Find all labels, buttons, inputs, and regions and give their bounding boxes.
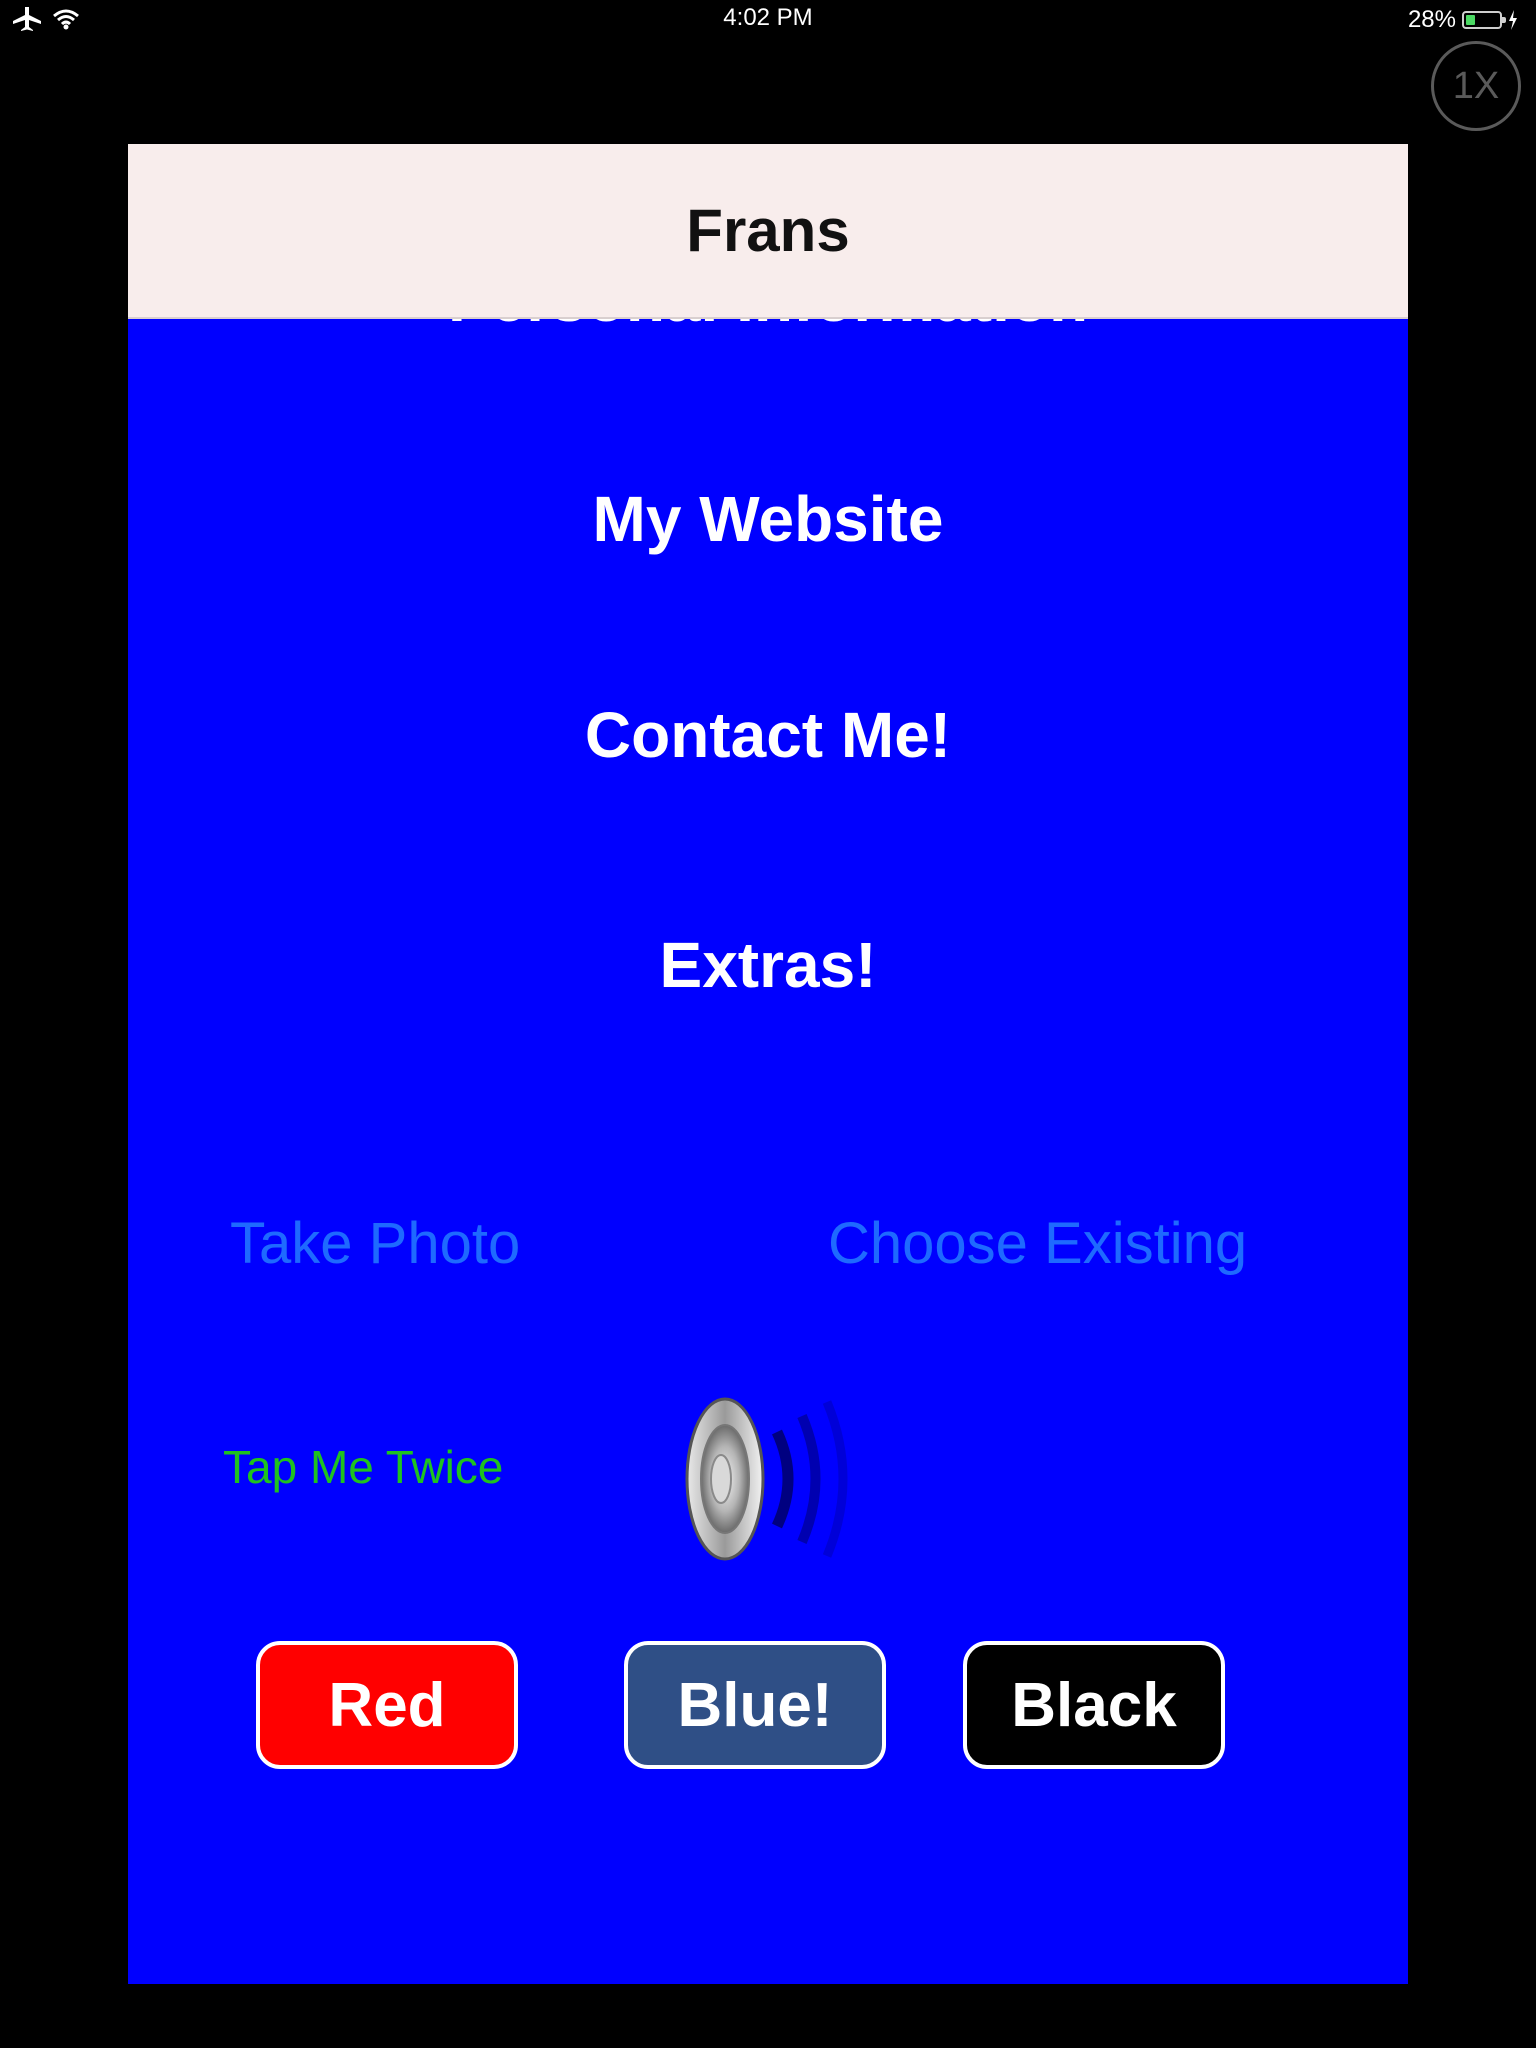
battery-percent: 28% <box>1407 6 1456 33</box>
status-bar: 4:02 PM 28% <box>0 0 1536 40</box>
charging-bolt-icon <box>1509 10 1517 30</box>
take-photo-button[interactable]: Take Photo <box>230 1210 520 1277</box>
status-time: 4:02 PM <box>723 4 813 31</box>
zoom-badge[interactable]: 1X <box>1431 41 1521 131</box>
black-button[interactable]: Black <box>963 1641 1225 1769</box>
battery-nub <box>1502 17 1506 23</box>
scroll-content[interactable]: Personal Information My Website Contact … <box>128 144 1408 1984</box>
red-button[interactable]: Red <box>256 1641 518 1769</box>
app-frame: Personal Information My Website Contact … <box>128 144 1408 1984</box>
battery-fill <box>1466 15 1475 25</box>
menu-item-contact-me[interactable]: Contact Me! <box>128 698 1408 772</box>
nav-title: Frans <box>686 197 850 264</box>
blue-button[interactable]: Blue! <box>624 1641 886 1769</box>
status-right: 28% <box>1408 6 1518 34</box>
choose-existing-button[interactable]: Choose Existing <box>828 1210 1247 1277</box>
menu-item-extras[interactable]: Extras! <box>128 928 1408 1002</box>
speaker-icon[interactable] <box>677 1394 867 1564</box>
battery-icon <box>1462 11 1506 29</box>
nav-bar: Frans <box>128 144 1408 319</box>
menu-item-my-website[interactable]: My Website <box>128 482 1408 556</box>
tap-me-twice-label[interactable]: Tap Me Twice <box>223 1440 503 1494</box>
